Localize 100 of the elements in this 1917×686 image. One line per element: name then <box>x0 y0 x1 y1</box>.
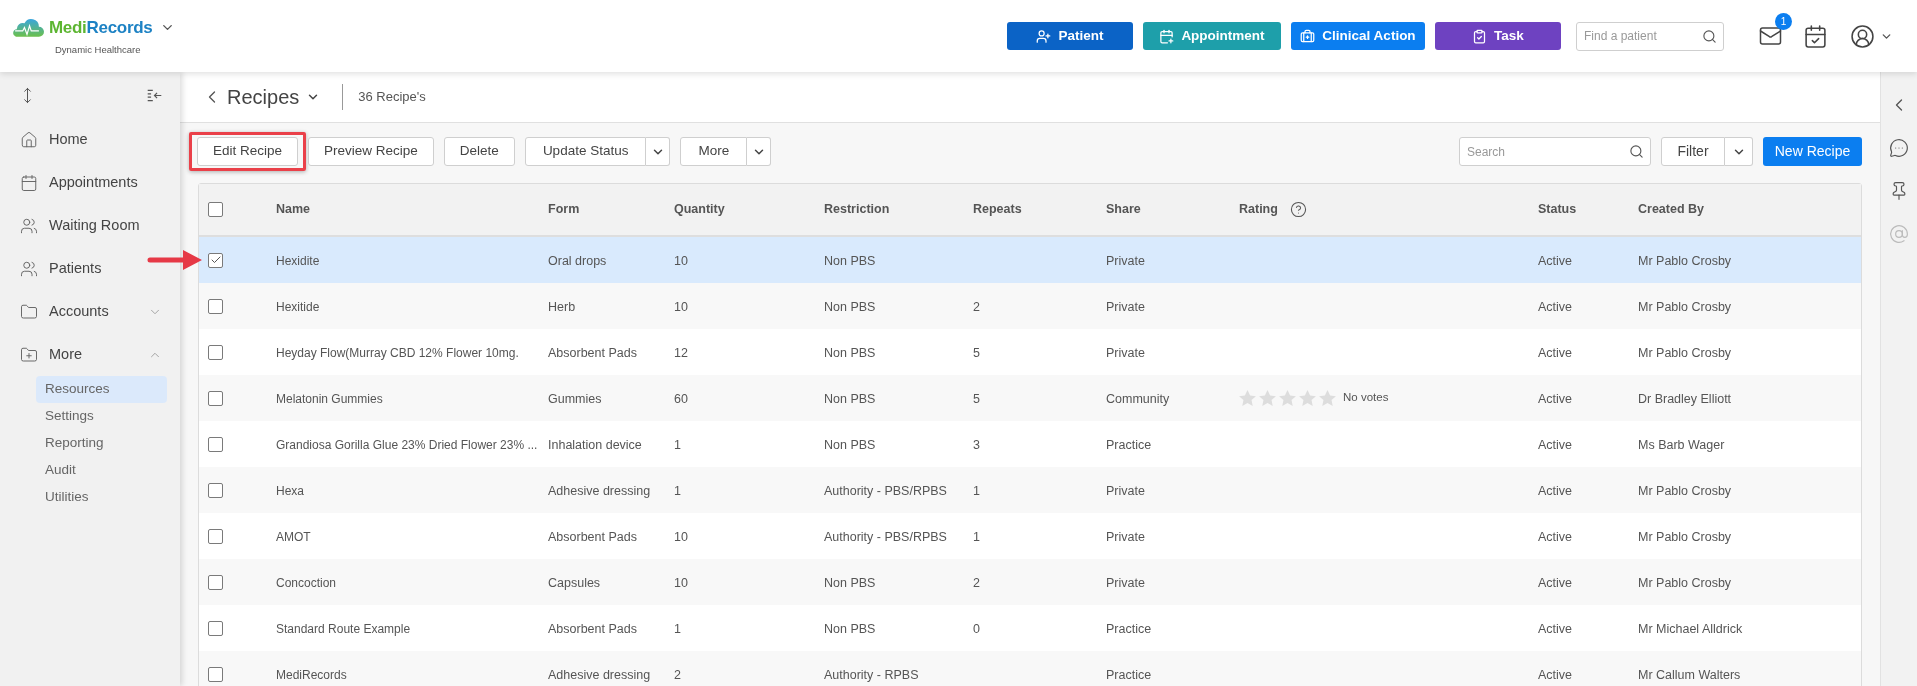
help-icon[interactable] <box>1289 201 1307 218</box>
table-row[interactable]: Melatonin Gummies Gummies 60 Non PBS 5 Community No votes Active Dr Bradley Elliott <box>199 375 1861 421</box>
created-by-text: Mr Pablo Crosby <box>1638 346 1732 360</box>
repeats-text: 1 <box>973 530 980 544</box>
restriction-text: Non PBS <box>824 622 876 636</box>
row-checkbox[interactable] <box>208 666 223 682</box>
quantity-text: 1 <box>674 622 681 636</box>
patient-search-field[interactable]: Find a patient <box>1576 21 1724 51</box>
share-text: Practice <box>1106 622 1152 636</box>
row-checkbox[interactable] <box>208 436 223 452</box>
row-checkbox[interactable] <box>208 252 223 268</box>
status-text: Active <box>1538 622 1573 636</box>
column-header[interactable]: Created By <box>1638 200 1704 219</box>
chat-icon[interactable] <box>1889 138 1909 158</box>
notification-badge: 1 <box>1775 13 1792 30</box>
share-text: Private <box>1106 530 1145 544</box>
nav-subitem[interactable]: Resources <box>36 376 167 403</box>
table-row[interactable]: Hexa Adhesive dressing 1 Authority - PBS/RPBS 1 Private Active Mr Pablo Crosby <box>199 467 1861 513</box>
recipe-name: Grandiosa Gorilla Glue 23% Dried Flower 23% ... <box>276 438 538 452</box>
column-header[interactable]: Rating <box>1239 200 1278 219</box>
toolbar-button[interactable]: More <box>680 137 748 166</box>
medical-kit-icon <box>1300 28 1316 44</box>
repeats-text: 3 <box>973 438 980 452</box>
table-row[interactable]: Concoction Capsules 10 Non PBS 2 Private Active Mr Pablo Crosby <box>199 559 1861 605</box>
form-text: Inhalation device <box>548 438 642 452</box>
row-checkbox[interactable] <box>208 344 223 360</box>
toolbar-button[interactable]: Update Status <box>524 137 647 166</box>
restriction-text: Non PBS <box>824 576 876 590</box>
star-icon[interactable] <box>1259 390 1276 406</box>
restriction-text: Non PBS <box>824 438 876 452</box>
column-header[interactable]: Form <box>548 200 580 219</box>
repeats-text: 2 <box>973 576 980 590</box>
mail-icon[interactable] <box>1757 24 1784 48</box>
recipe-name: Hexidite <box>276 254 320 268</box>
toolbar-button[interactable]: Edit Recipe <box>197 137 299 166</box>
table-row[interactable]: Hexidite Oral drops 10 Non PBS Private Active Mr Pablo Crosby <box>199 237 1861 283</box>
repeats-text: 1 <box>973 484 980 498</box>
quantity-text: 1 <box>674 438 681 452</box>
nav-subitem[interactable]: Utilities <box>36 484 167 511</box>
nav-subitem[interactable]: Settings <box>36 403 167 430</box>
user-plus-icon <box>1036 28 1052 44</box>
row-checkbox[interactable] <box>208 620 223 636</box>
quantity-text: 12 <box>674 346 688 360</box>
folder-plus-icon <box>20 345 38 364</box>
nav-subitem[interactable]: Audit <box>36 457 167 484</box>
row-checkbox[interactable] <box>208 482 223 498</box>
nav-item[interactable]: Home <box>0 118 180 161</box>
column-header[interactable]: Name <box>276 200 311 219</box>
quantity-text: 10 <box>674 576 688 590</box>
page-title-dropdown[interactable]: Recipes <box>227 82 321 112</box>
form-text: Capsules <box>548 576 601 590</box>
status-text: Active <box>1538 438 1573 452</box>
form-text: Absorbent Pads <box>548 346 637 360</box>
column-header[interactable]: Status <box>1538 200 1577 219</box>
row-checkbox[interactable] <box>208 528 223 544</box>
column-header[interactable]: Restriction <box>824 200 890 219</box>
search-icon[interactable] <box>1629 144 1644 159</box>
select-all-checkbox[interactable] <box>208 202 223 217</box>
repeats-text: 0 <box>973 622 980 636</box>
column-header[interactable]: Repeats <box>973 200 1022 219</box>
toolbar-button[interactable]: Delete <box>443 137 515 166</box>
nav-item[interactable]: Appointments <box>0 161 180 204</box>
star-icon[interactable] <box>1239 390 1256 406</box>
clipboard-check-icon <box>1472 28 1488 44</box>
table-row[interactable]: Hexitide Herb 10 Non PBS 2 Private Active Mr Pablo Crosby <box>199 283 1861 329</box>
status-text: Active <box>1538 484 1573 498</box>
table-row[interactable]: MediRecords Adhesive dressing 2 Authority - RPBS Practice Active Mr Callum Walters <box>199 651 1861 686</box>
search-field[interactable]: Search <box>1459 137 1651 166</box>
column-header[interactable]: Share <box>1106 200 1141 219</box>
header-action-button[interactable]: Clinical Action <box>1291 22 1425 50</box>
quantity-text: 60 <box>674 392 688 406</box>
restriction-text: Non PBS <box>824 254 876 268</box>
nav-item[interactable]: Waiting Room <box>0 204 180 247</box>
check-icon <box>209 254 222 266</box>
filter-button[interactable]: Filter <box>1661 137 1725 166</box>
nav-subitem[interactable]: Reporting <box>36 430 167 457</box>
toolbar-button[interactable]: Preview Recipe <box>308 137 434 166</box>
created-by-text: Mr Pablo Crosby <box>1638 254 1732 268</box>
quantity-text: 10 <box>674 530 688 544</box>
star-icon[interactable] <box>1319 390 1336 406</box>
recipe-count: 36 Recipe's <box>358 88 426 107</box>
star-icon[interactable] <box>1279 390 1296 406</box>
restriction-text: Authority - PBS/RPBS <box>824 530 947 544</box>
star-icon[interactable] <box>1299 390 1316 406</box>
nav-item[interactable]: Accounts <box>0 290 180 333</box>
status-text: Active <box>1538 530 1573 544</box>
people-icon <box>20 216 38 235</box>
nav-item[interactable]: Patients <box>0 247 180 290</box>
column-header[interactable]: Quantity <box>674 200 725 219</box>
row-checkbox[interactable] <box>208 390 223 406</box>
created-by-text: Mr Pablo Crosby <box>1638 484 1732 498</box>
user-avatar-icon[interactable] <box>1850 23 1875 49</box>
header-action-button[interactable]: Patient <box>1007 22 1133 50</box>
search-icon[interactable] <box>1702 28 1717 44</box>
calendar-check-icon[interactable] <box>1803 23 1828 49</box>
new-recipe-button[interactable]: New Recipe <box>1763 137 1862 166</box>
row-checkbox[interactable] <box>208 298 223 314</box>
header-action-button[interactable]: Task <box>1435 22 1561 50</box>
row-checkbox[interactable] <box>208 574 223 590</box>
nav-item[interactable]: More <box>0 333 180 376</box>
